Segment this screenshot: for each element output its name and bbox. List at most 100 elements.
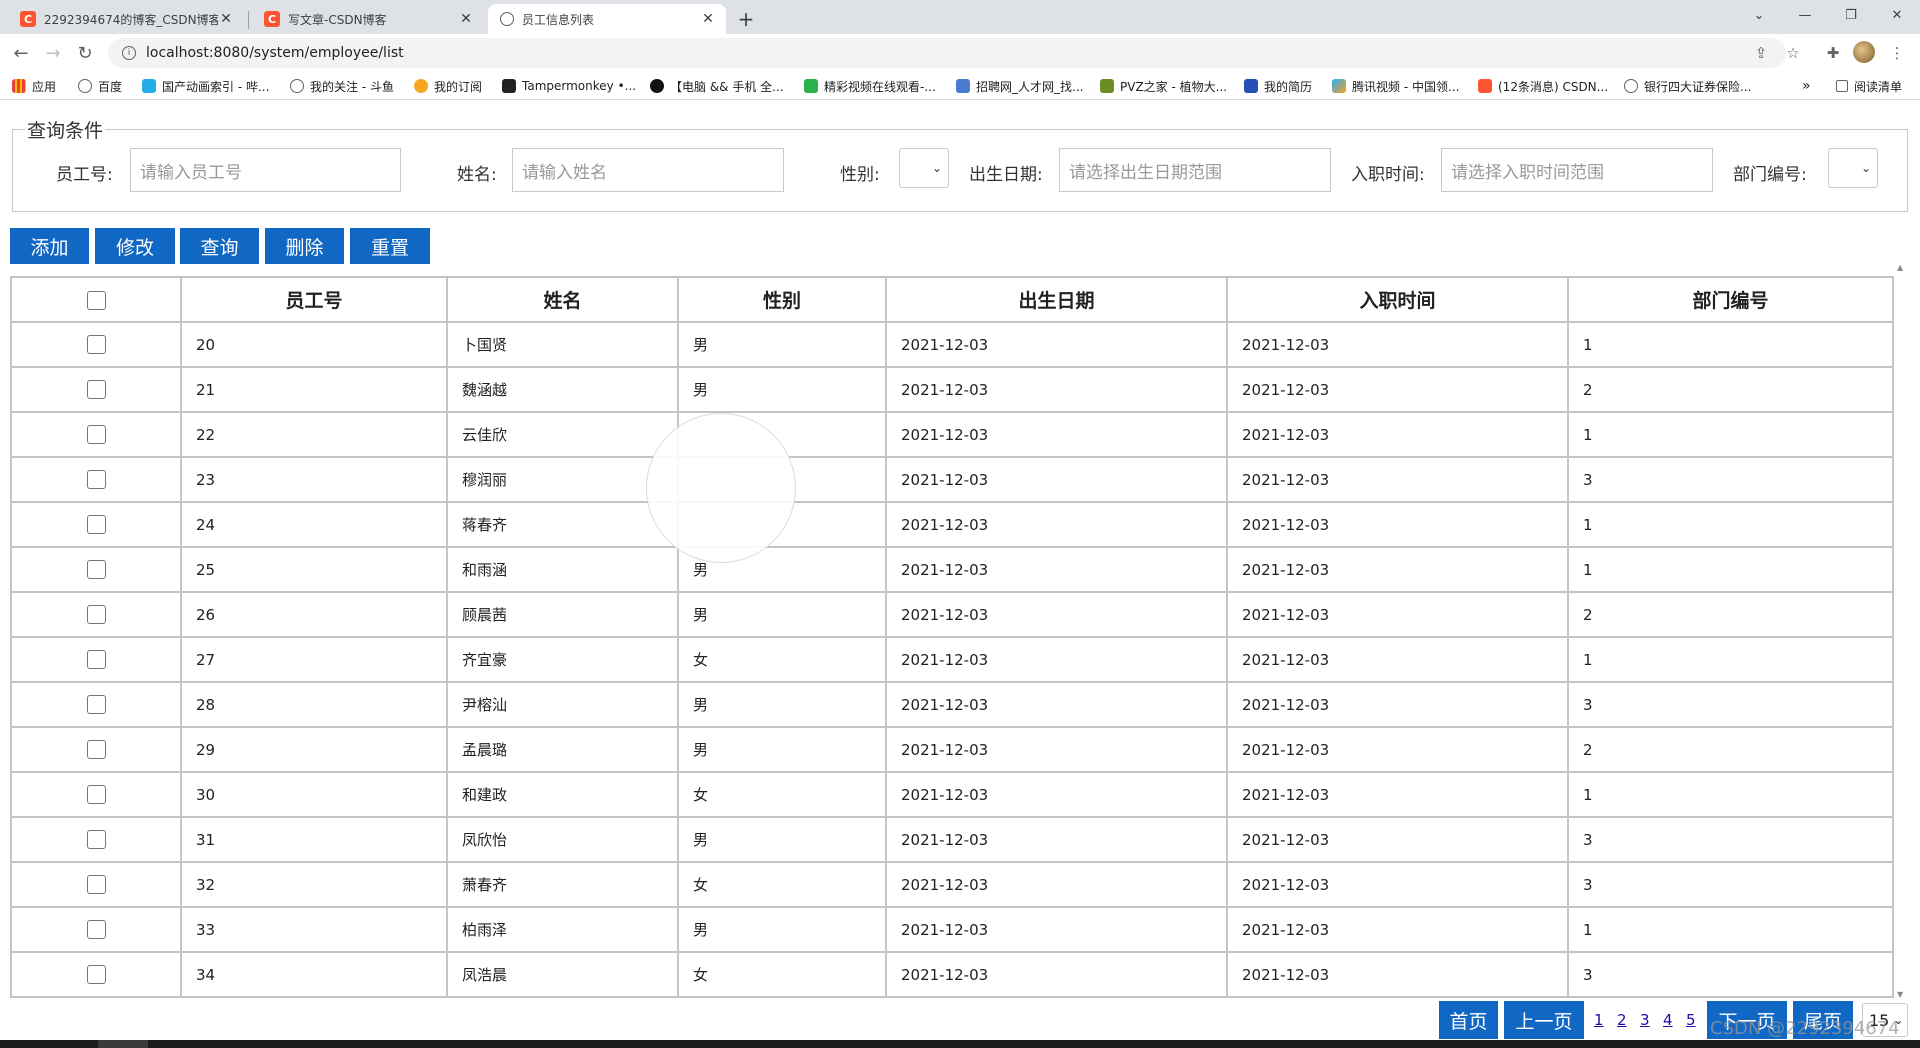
prev-page-button[interactable]: 上一页 bbox=[1504, 1001, 1584, 1039]
close-icon[interactable]: ✕ bbox=[700, 11, 716, 27]
row-checkbox[interactable] bbox=[86, 830, 106, 849]
column-header-gender[interactable]: 性别 bbox=[677, 276, 887, 323]
edit-button[interactable]: 修改 bbox=[95, 228, 175, 264]
bookmark-baidu[interactable]: 百度 bbox=[78, 72, 122, 100]
back-arrow-icon[interactable]: ← bbox=[6, 38, 36, 68]
table-row[interactable]: 27 齐宜豪女 2021-12-03 2021-12-03 1 bbox=[10, 636, 1894, 683]
page-link-5[interactable]: 5 bbox=[1686, 1011, 1696, 1029]
row-checkbox[interactable] bbox=[86, 380, 106, 399]
table-row[interactable]: 30 和建政女 2021-12-03 2021-12-03 1 bbox=[10, 771, 1894, 818]
bookmark-jobs[interactable]: 招聘网_人才网_找... bbox=[956, 72, 1083, 100]
extensions-icon[interactable]: ✚ bbox=[1818, 38, 1848, 68]
row-checkbox[interactable] bbox=[86, 425, 106, 444]
scroll-up-arrow-icon[interactable]: ▲ bbox=[1897, 263, 1903, 272]
row-checkbox[interactable] bbox=[86, 785, 106, 804]
page-link-4[interactable]: 4 bbox=[1663, 1011, 1673, 1029]
row-checkbox[interactable] bbox=[86, 740, 106, 759]
scroll-down-arrow-icon[interactable]: ▼ bbox=[1897, 990, 1903, 999]
more-bookmarks-button[interactable]: » bbox=[1802, 72, 1811, 100]
cell-employee-no: 29 bbox=[180, 726, 448, 773]
row-checkbox[interactable] bbox=[86, 650, 106, 669]
first-page-button[interactable]: 首页 bbox=[1439, 1001, 1498, 1039]
column-header-name[interactable]: 姓名 bbox=[446, 276, 679, 323]
column-header-hire-date[interactable]: 入职时间 bbox=[1226, 276, 1569, 323]
bookmark-computer-phone[interactable]: 【电脑 && 手机 全... bbox=[650, 72, 784, 100]
close-icon[interactable]: ✕ bbox=[218, 11, 234, 27]
hire-date-range-input[interactable]: 请选择入职时间范围 bbox=[1441, 148, 1713, 192]
table-row[interactable]: 21 魏涵越男 2021-12-03 2021-12-03 2 bbox=[10, 366, 1894, 413]
birth-date-range-input[interactable]: 请选择出生日期范围 bbox=[1059, 148, 1331, 192]
reload-icon[interactable]: ↻ bbox=[70, 38, 100, 68]
close-icon[interactable]: ✕ bbox=[458, 11, 474, 27]
address-bar[interactable]: i localhost:8080/system/employee/list bbox=[108, 38, 1786, 68]
column-header-birth-date[interactable]: 出生日期 bbox=[885, 276, 1228, 323]
profile-avatar[interactable] bbox=[1853, 41, 1875, 63]
close-window-button[interactable]: ✕ bbox=[1874, 0, 1920, 30]
taskbar-item[interactable] bbox=[98, 1040, 148, 1048]
site-info-icon[interactable]: i bbox=[122, 46, 136, 60]
bookmark-resume[interactable]: 我的简历 bbox=[1244, 72, 1312, 100]
row-checkbox[interactable] bbox=[86, 335, 106, 354]
bookmark-tencent-video[interactable]: 腾讯视频 - 中国领... bbox=[1332, 72, 1459, 100]
table-row[interactable]: 28 尹榕汕男 2021-12-03 2021-12-03 3 bbox=[10, 681, 1894, 728]
table-row[interactable]: 29 孟晨璐男 2021-12-03 2021-12-03 2 bbox=[10, 726, 1894, 773]
row-checkbox[interactable] bbox=[86, 605, 106, 624]
table-scrollbar[interactable]: ▲ ▼ bbox=[1895, 263, 1909, 999]
forward-arrow-icon[interactable]: → bbox=[38, 38, 68, 68]
share-icon[interactable]: ⇪ bbox=[1746, 38, 1776, 68]
page-link-1[interactable]: 1 bbox=[1594, 1011, 1604, 1029]
row-checkbox[interactable] bbox=[86, 515, 106, 534]
dept-no-select[interactable]: ⌄ bbox=[1828, 148, 1878, 188]
row-checkbox[interactable] bbox=[86, 875, 106, 894]
bookmark-apps[interactable]: 应用 bbox=[12, 72, 56, 100]
reset-button[interactable]: 重置 bbox=[350, 228, 430, 264]
bookmark-douyu[interactable]: 我的关注 - 斗鱼 bbox=[290, 72, 394, 100]
table-row[interactable]: 34 凤浩晨女 2021-12-03 2021-12-03 3 bbox=[10, 951, 1894, 998]
bookmark-bilibili[interactable]: 国产动画索引 - 哔... bbox=[142, 72, 269, 100]
row-checkbox[interactable] bbox=[86, 965, 106, 984]
bookmark-label: 招聘网_人才网_找... bbox=[976, 79, 1084, 94]
search-button[interactable]: 查询 bbox=[180, 228, 259, 264]
table-row[interactable]: 33 柏雨泽男 2021-12-03 2021-12-03 1 bbox=[10, 906, 1894, 953]
tab-search-icon[interactable]: ⌄ bbox=[1736, 0, 1782, 30]
table-row[interactable]: 26 顾晨茜男 2021-12-03 2021-12-03 2 bbox=[10, 591, 1894, 638]
cell-dept-no: 3 bbox=[1567, 816, 1894, 863]
add-button[interactable]: 添加 bbox=[10, 228, 89, 264]
table-row[interactable]: 23 穆润丽 2021-12-03 2021-12-03 3 bbox=[10, 456, 1894, 503]
bookmark-bank[interactable]: 银行四大证券保险... bbox=[1624, 72, 1751, 100]
page-link-3[interactable]: 3 bbox=[1640, 1011, 1650, 1029]
column-header-dept-no[interactable]: 部门编号 bbox=[1567, 276, 1894, 323]
row-checkbox[interactable] bbox=[86, 470, 106, 489]
column-header-employee-no[interactable]: 员工号 bbox=[180, 276, 448, 323]
new-tab-button[interactable]: + bbox=[732, 5, 760, 33]
restore-button[interactable]: ❐ bbox=[1828, 0, 1874, 30]
delete-button[interactable]: 删除 bbox=[265, 228, 344, 264]
page-link-2[interactable]: 2 bbox=[1617, 1011, 1627, 1029]
table-row[interactable]: 20 卜国贤男 2021-12-03 2021-12-03 1 bbox=[10, 321, 1894, 368]
browser-tab-1[interactable]: C 2292394674的博客_CSDN博客 ✕ bbox=[8, 4, 244, 34]
table-row[interactable]: 32 萧春齐女 2021-12-03 2021-12-03 3 bbox=[10, 861, 1894, 908]
bookmark-subscriptions[interactable]: 我的订阅 bbox=[414, 72, 482, 100]
birth-date-label: 出生日期: bbox=[969, 165, 1043, 185]
gender-select[interactable]: ⌄ bbox=[899, 148, 949, 188]
table-row[interactable]: 25 和雨涵男 2021-12-03 2021-12-03 1 bbox=[10, 546, 1894, 593]
bookmark-csdn[interactable]: (12条消息) CSDN... bbox=[1478, 72, 1608, 100]
menu-dots-icon[interactable]: ⋮ bbox=[1882, 38, 1912, 68]
table-row[interactable]: 31 凤欣怡男 2021-12-03 2021-12-03 3 bbox=[10, 816, 1894, 863]
name-input[interactable]: 请输入姓名 bbox=[512, 148, 784, 192]
select-all-checkbox[interactable] bbox=[86, 290, 106, 310]
row-checkbox[interactable] bbox=[86, 920, 106, 939]
bookmark-pvz[interactable]: PVZ之家 - 植物大... bbox=[1100, 72, 1227, 100]
row-checkbox[interactable] bbox=[86, 695, 106, 714]
table-row[interactable]: 22 云佳欣 2021-12-03 2021-12-03 1 bbox=[10, 411, 1894, 458]
reading-list-button[interactable]: 阅读清单 bbox=[1836, 72, 1902, 100]
row-checkbox[interactable] bbox=[86, 560, 106, 579]
browser-tab-2[interactable]: C 写文章-CSDN博客 ✕ bbox=[252, 4, 484, 34]
minimize-button[interactable]: — bbox=[1782, 0, 1828, 30]
bookmark-tampermonkey[interactable]: Tampermonkey •... bbox=[502, 72, 636, 100]
bookmark-star-icon[interactable]: ☆ bbox=[1778, 38, 1808, 68]
table-row[interactable]: 24 蒋春齐 2021-12-03 2021-12-03 1 bbox=[10, 501, 1894, 548]
bookmark-video[interactable]: 精彩视频在线观看-... bbox=[804, 72, 936, 100]
employee-no-input[interactable]: 请输入员工号 bbox=[130, 148, 401, 192]
browser-tab-active[interactable]: 员工信息列表 ✕ bbox=[488, 4, 726, 34]
